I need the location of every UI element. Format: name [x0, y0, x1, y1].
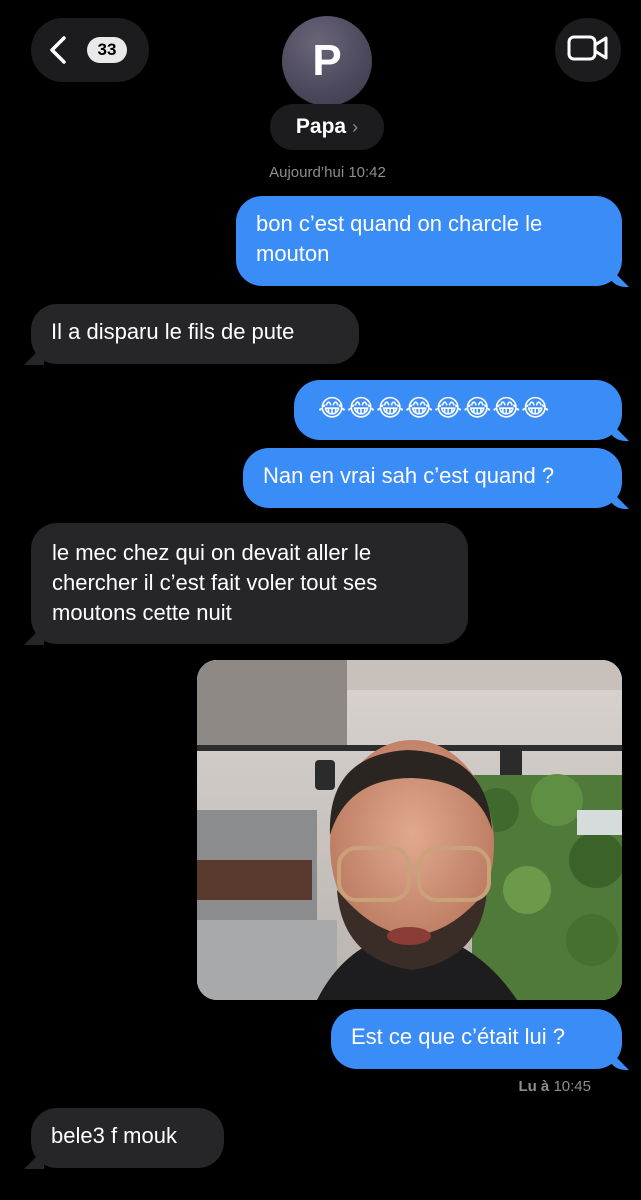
chevron-left-icon — [47, 35, 69, 65]
message-bubble-outgoing[interactable]: Nan en vrai sah c’est quand ? — [243, 448, 622, 508]
photo-attachment[interactable] — [197, 660, 622, 1000]
read-receipt: Lu à 10:45 — [518, 1078, 591, 1095]
message-bubble-incoming[interactable]: bele3 f mouk — [31, 1108, 224, 1168]
video-call-icon — [567, 34, 609, 67]
chevron-right-icon: › — [352, 116, 359, 137]
contact-name: Papa — [295, 115, 347, 138]
read-receipt-time: 10:45 — [553, 1078, 591, 1095]
message-bubble-outgoing[interactable]: bon c’est quand on charcle le mouton — [236, 196, 622, 286]
read-receipt-label: Lu à — [518, 1078, 550, 1095]
unread-count-badge: 33 — [87, 37, 127, 63]
contact-name-button[interactable]: Papa › — [270, 104, 384, 150]
message-bubble-incoming[interactable]: Il a disparu le fils de pute — [31, 304, 359, 364]
video-call-button[interactable] — [555, 18, 621, 82]
conversation-timestamp: Aujourd’hui 10:42 — [269, 164, 386, 181]
message-bubble-outgoing[interactable]: 😂😂😂😂😂😂😂😂 — [294, 380, 622, 440]
message-bubble-incoming[interactable]: le mec chez qui on devait aller le cherc… — [31, 523, 468, 644]
contact-avatar[interactable]: P — [282, 16, 372, 106]
back-button[interactable]: 33 — [31, 18, 149, 82]
photo-image — [197, 660, 622, 1000]
message-bubble-outgoing[interactable]: Est ce que c’était lui ? — [331, 1009, 622, 1069]
